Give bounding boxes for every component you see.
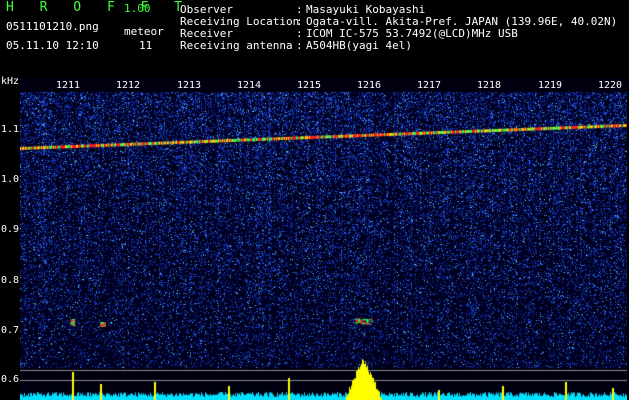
time-tick-label: 1213	[177, 80, 202, 91]
spectrogram-canvas	[20, 78, 627, 400]
y-axis-label: 0.9	[1, 224, 20, 235]
time-tick-label: 1218	[477, 80, 502, 91]
meteor-count: 11	[139, 39, 153, 52]
time-tick-label: 1214	[237, 80, 262, 91]
time-axis: 1211 1212 1213 1214 1215 1216 1217 1218 …	[20, 80, 627, 94]
time-tick-label: 1212	[116, 80, 141, 91]
app-version: 1.00	[124, 2, 151, 15]
time-tick-label: 1219	[538, 80, 563, 91]
hroft-window: H R O F F T 1.00 0511101210.png meteor 0…	[0, 0, 629, 400]
info-value: A504HB(yagi 4el)	[306, 39, 412, 52]
capture-datetime: 05.11.10 12:10	[6, 39, 99, 52]
time-tick-label: 1220	[598, 80, 623, 91]
info-separator: :	[296, 39, 303, 52]
y-axis-label: 0.6	[1, 374, 20, 385]
y-axis-label: 0.8	[1, 275, 20, 286]
meteor-label: meteor	[124, 25, 164, 38]
time-tick-label: 1217	[417, 80, 442, 91]
time-tick-label: 1216	[357, 80, 382, 91]
y-axis-unit: kHz	[1, 76, 20, 87]
y-axis-label: 1.0	[1, 174, 20, 185]
info-key: Receiving antenna	[180, 39, 293, 52]
time-tick-label: 1211	[56, 80, 81, 91]
app-brand: H R O F F T	[6, 0, 192, 15]
time-tick-label: 1215	[297, 80, 322, 91]
image-filename: 0511101210.png	[6, 20, 99, 33]
y-axis-label: 0.7	[1, 325, 20, 336]
y-axis-label: 1.1	[1, 124, 20, 135]
